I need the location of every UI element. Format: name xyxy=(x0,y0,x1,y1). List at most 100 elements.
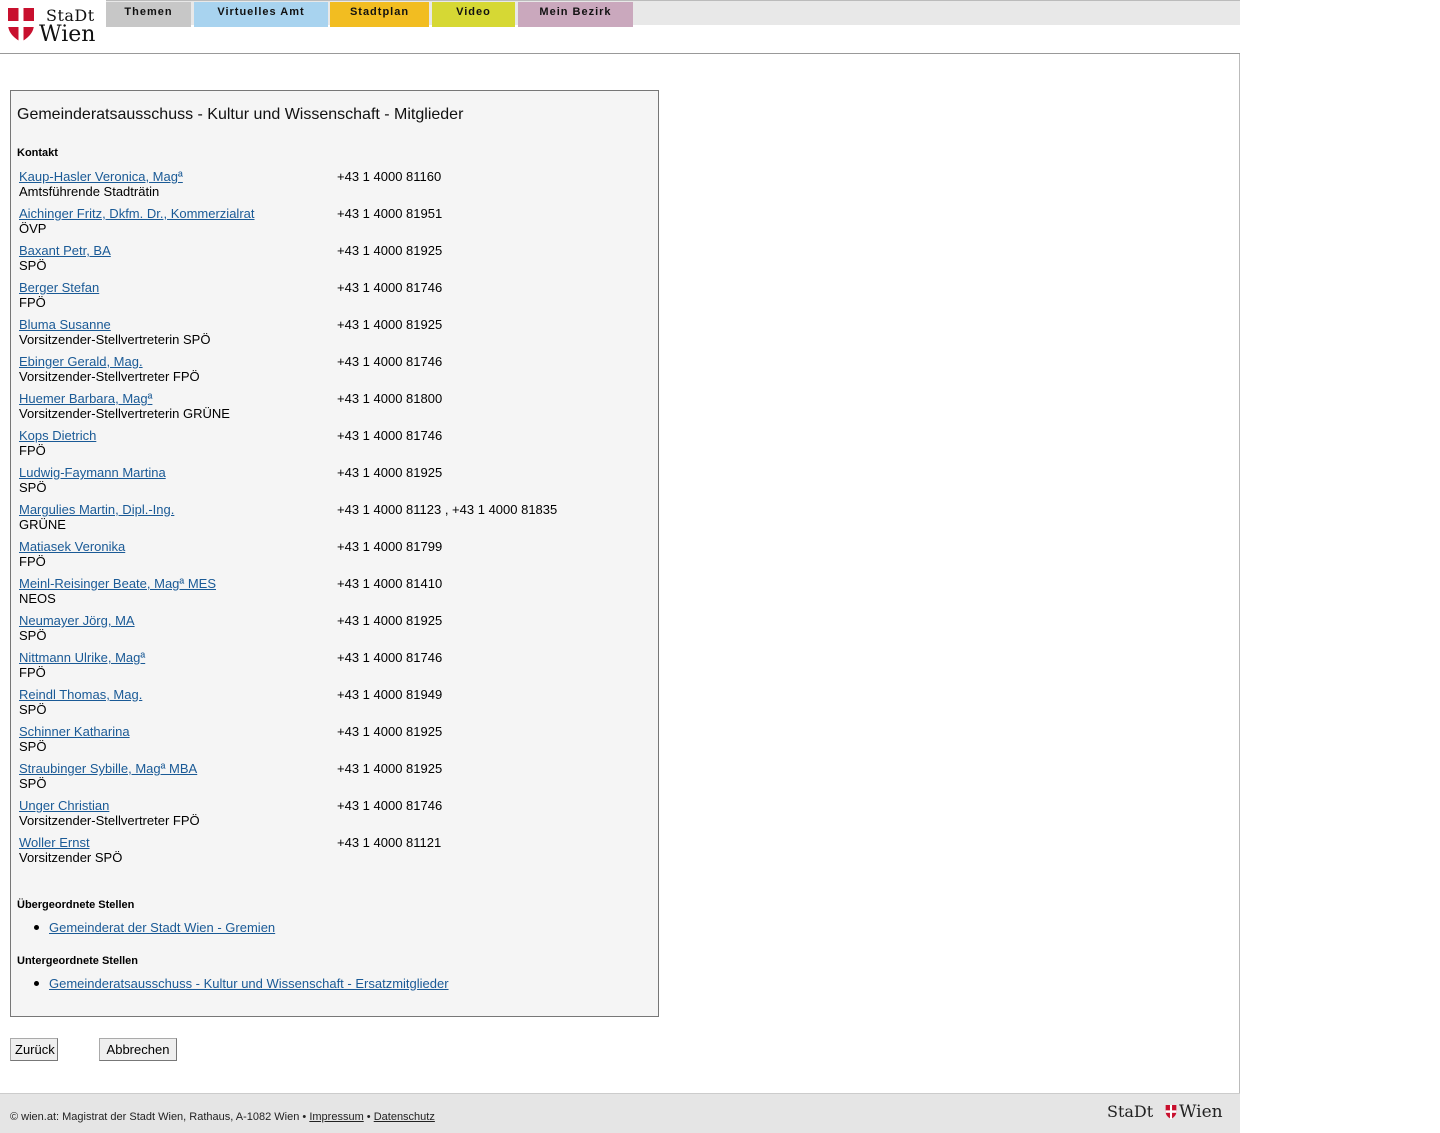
member-name-link[interactable]: Baxant Petr, BA xyxy=(19,243,111,258)
page: StaDt Wien Themen Virtuelles Amt Stadtpl… xyxy=(0,0,1240,1133)
member-role: Vorsitzender-Stellvertreterin GRÜNE xyxy=(19,406,230,421)
nav-tab-stadtplan[interactable]: Stadtplan xyxy=(330,2,429,27)
member-phone: +43 1 4000 81925 xyxy=(337,761,443,776)
member-name-link[interactable]: Schinner Katharina xyxy=(19,724,130,739)
footer-separator: • xyxy=(363,1111,374,1123)
member-name-link[interactable]: Matiasek Veronika xyxy=(19,539,125,554)
member-role: FPÖ xyxy=(19,443,46,458)
member-name-link[interactable]: Woller Ernst xyxy=(19,835,90,850)
footer-copyright: © wien.at: Magistrat der Stadt Wien, Rat… xyxy=(10,1111,310,1123)
member-phone: +43 1 4000 81746 xyxy=(337,428,443,443)
member-row: Schinner Katharina SPÖ +43 1 4000 81925 xyxy=(19,724,639,756)
header: StaDt Wien Themen Virtuelles Amt Stadtpl… xyxy=(0,0,1240,54)
member-role: SPÖ xyxy=(19,258,47,273)
member-name-link[interactable]: Margulies Martin, Dipl.-Ing. xyxy=(19,502,174,517)
footer-logo-stadt: StaDt xyxy=(1107,1102,1154,1121)
cancel-button[interactable]: Abbrechen xyxy=(99,1038,177,1061)
footer-logo[interactable]: StaDt Wien xyxy=(1107,1102,1231,1122)
nav-tab-video[interactable]: Video xyxy=(432,2,515,27)
member-phone: +43 1 4000 81799 xyxy=(337,539,443,554)
member-row: Huemer Barbara, Magª Vorsitzender-Stellve… xyxy=(19,391,639,423)
member-row: Matiasek Veronika FPÖ +43 1 4000 81799 xyxy=(19,539,639,571)
parent-units-heading: Übergeordnete Stellen xyxy=(17,899,135,911)
member-name-link[interactable]: Nittmann Ulrike, Magª xyxy=(19,650,145,665)
member-role: FPÖ xyxy=(19,295,46,310)
member-role: SPÖ xyxy=(19,739,47,754)
impressum-link[interactable]: Impressum xyxy=(309,1111,363,1123)
member-name-link[interactable]: Berger Stefan xyxy=(19,280,99,295)
member-name-link[interactable]: Bluma Susanne xyxy=(19,317,111,332)
member-phone: +43 1 4000 81123 , +43 1 4000 81835 xyxy=(337,502,558,517)
member-row: Meinl-Reisinger Beate, Magª MES NEOS +43 1… xyxy=(19,576,639,608)
contact-heading: Kontakt xyxy=(17,147,58,159)
member-name-link[interactable]: Ludwig-Faymann Martina xyxy=(19,465,166,480)
member-role: NEOS xyxy=(19,591,56,606)
wien-shield-icon xyxy=(1165,1105,1177,1119)
child-units-heading: Untergeordnete Stellen xyxy=(17,955,139,967)
member-name-link[interactable]: Kaup-Hasler Veronica, Magª xyxy=(19,169,183,184)
member-role: Vorsitzender-Stellvertreter FPÖ xyxy=(19,813,200,828)
member-row: Ludwig-Faymann Martina SPÖ +43 1 4000 8192… xyxy=(19,465,639,497)
member-phone: +43 1 4000 81925 xyxy=(337,613,443,628)
member-row: Margulies Martin, Dipl.-Ing. GRÜNE +43 1 4… xyxy=(19,502,639,534)
member-role: ÖVP xyxy=(19,221,47,236)
page-title: Gemeinderatsausschuss - Kultur und Wisse… xyxy=(17,106,464,123)
member-role: SPÖ xyxy=(19,628,47,643)
member-phone: +43 1 4000 81951 xyxy=(337,206,443,221)
member-role: FPÖ xyxy=(19,665,46,680)
member-name-link[interactable]: Kops Dietrich xyxy=(19,428,96,443)
member-role: GRÜNE xyxy=(19,517,66,532)
member-phone: +43 1 4000 81160 xyxy=(337,169,442,184)
member-phone: +43 1 4000 81410 xyxy=(337,576,443,591)
member-name-link[interactable]: Aichinger Fritz, Dkfm. Dr., Kommerzialra… xyxy=(19,206,255,221)
member-name-link[interactable]: Unger Christian xyxy=(19,798,109,813)
member-role: SPÖ xyxy=(19,702,47,717)
member-role: Vorsitzender SPÖ xyxy=(19,850,123,865)
footer-text: © wien.at: Magistrat der Stadt Wien, Rat… xyxy=(10,1111,435,1123)
member-row: Kaup-Hasler Veronica, Magª Amtsführende S… xyxy=(19,169,639,201)
nav-tab-virtuelles-amt[interactable]: Virtuelles Amt xyxy=(194,2,328,27)
footer-logo-wien: Wien xyxy=(1179,1102,1223,1122)
datenschutz-link[interactable]: Datenschutz xyxy=(374,1111,435,1123)
member-row: Bluma Susanne Vorsitzender-Stellvertreter… xyxy=(19,317,639,349)
member-role: Vorsitzender-Stellvertreterin SPÖ xyxy=(19,332,211,347)
member-phone: +43 1 4000 81746 xyxy=(337,798,443,813)
member-row: Ebinger Gerald, Mag. Vorsitzender-Stellve… xyxy=(19,354,639,386)
member-role: SPÖ xyxy=(19,480,47,495)
member-row: Neumayer Jörg, MA SPÖ +43 1 4000 81925 xyxy=(19,613,639,645)
member-name-link[interactable]: Straubinger Sybille, Magª MBA xyxy=(19,761,197,776)
member-role: FPÖ xyxy=(19,554,46,569)
member-row: Nittmann Ulrike, Magª FPÖ +43 1 4000 81746 xyxy=(19,650,639,682)
member-row: Unger Christian Vorsitzender-Stellvertret… xyxy=(19,798,639,830)
member-phone: +43 1 4000 81925 xyxy=(337,465,443,480)
member-row: Woller Ernst Vorsitzender SPÖ +43 1 4000 8… xyxy=(19,835,639,867)
back-button[interactable]: Zurück xyxy=(10,1038,58,1061)
parent-unit-link[interactable]: Gemeinderat der Stadt Wien - Gremien xyxy=(49,920,275,935)
nav-tab-themen[interactable]: Themen xyxy=(106,2,191,27)
member-phone: +43 1 4000 81925 xyxy=(337,317,443,332)
member-phone: +43 1 4000 81746 xyxy=(337,650,443,665)
member-row: Kops Dietrich FPÖ +43 1 4000 81746 xyxy=(19,428,639,460)
member-row: Berger Stefan FPÖ +43 1 4000 81746 xyxy=(19,280,639,312)
wien-shield-icon xyxy=(8,8,34,42)
child-unit-link[interactable]: Gemeinderatsausschuss - Kultur und Wisse… xyxy=(49,976,449,991)
logo-text-wien: Wien xyxy=(39,22,96,47)
member-role: SPÖ xyxy=(19,776,47,791)
bullet-icon xyxy=(34,981,39,986)
bullet-icon xyxy=(34,925,39,930)
member-name-link[interactable]: Huemer Barbara, Magª xyxy=(19,391,152,406)
member-name-link[interactable]: Reindl Thomas, Mag. xyxy=(19,687,142,702)
member-row: Aichinger Fritz, Dkfm. Dr., Kommerzialra… xyxy=(19,206,639,238)
main-navigation: Themen Virtuelles Amt Stadtplan Video Me… xyxy=(106,0,1240,27)
nav-tab-mein-bezirk[interactable]: Mein Bezirk xyxy=(518,2,633,27)
member-row: Reindl Thomas, Mag. SPÖ +43 1 4000 81949 xyxy=(19,687,639,719)
member-phone: +43 1 4000 81800 xyxy=(337,391,443,406)
member-name-link[interactable]: Ebinger Gerald, Mag. xyxy=(19,354,143,369)
member-name-link[interactable]: Neumayer Jörg, MA xyxy=(19,613,135,628)
member-phone: +43 1 4000 81949 xyxy=(337,687,443,702)
member-phone: +43 1 4000 81925 xyxy=(337,724,443,739)
stadt-wien-logo[interactable]: StaDt Wien xyxy=(8,6,100,47)
footer: © wien.at: Magistrat der Stadt Wien, Rat… xyxy=(0,1093,1240,1133)
member-row: Baxant Petr, BA SPÖ +43 1 4000 81925 xyxy=(19,243,639,275)
member-name-link[interactable]: Meinl-Reisinger Beate, Magª MES xyxy=(19,576,216,591)
